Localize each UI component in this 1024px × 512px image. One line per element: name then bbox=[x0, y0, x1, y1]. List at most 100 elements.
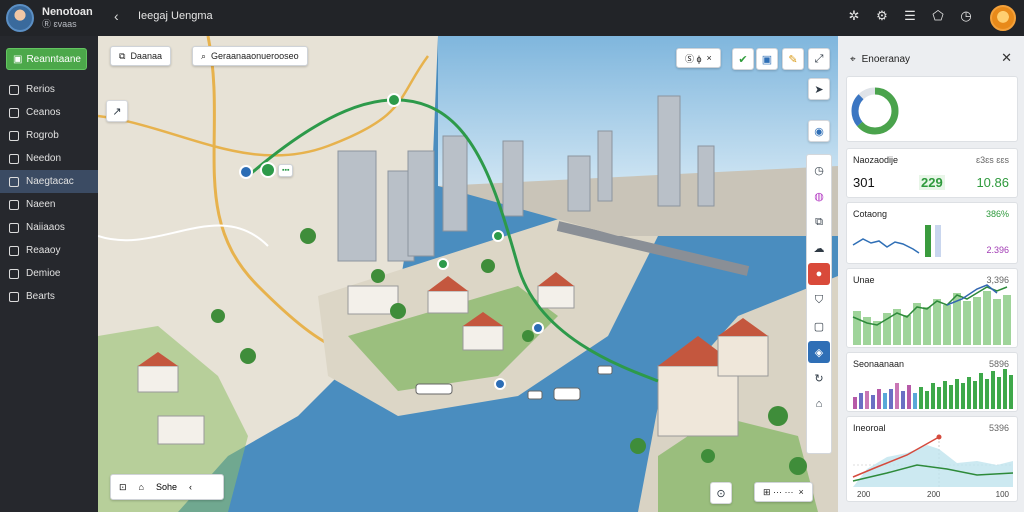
box-icon[interactable]: ▢ bbox=[808, 315, 830, 337]
avatar[interactable] bbox=[6, 4, 34, 32]
primary-action-button[interactable]: ▣ Reanntaane bbox=[6, 48, 87, 70]
map-tool-strip: ◷ ◍ ⧉ ☁ ● ⛉ ▢ ◈ ↻ ⌂ bbox=[806, 154, 832, 454]
gear-icon bbox=[9, 222, 19, 233]
doc-icon bbox=[9, 84, 19, 95]
car-icon bbox=[9, 176, 19, 187]
settings-icon[interactable]: ✲ bbox=[846, 8, 862, 24]
kpi-value-2: 229 bbox=[919, 175, 945, 190]
trend-title: Cotaong bbox=[853, 209, 888, 219]
profile-text: Nenotoan Ⓡ ɛvaas bbox=[42, 6, 93, 30]
sidebar-item-0[interactable]: Rerios bbox=[0, 78, 98, 101]
location-search-label: Geraanaaonuerooseo bbox=[211, 51, 299, 61]
location-pin[interactable] bbox=[532, 322, 544, 334]
person-icon bbox=[9, 199, 19, 210]
tag-icon bbox=[9, 153, 19, 164]
clock-icon[interactable]: ◷ bbox=[958, 8, 974, 24]
save-tool-button[interactable]: ▣ bbox=[756, 48, 778, 70]
route-tool-button[interactable]: ✔ bbox=[732, 48, 754, 70]
layer-chip[interactable]: ⧉ Daanaa bbox=[110, 46, 171, 66]
sidebar-item-9[interactable]: Bearts bbox=[0, 285, 98, 308]
sidebar-item-7[interactable]: Reaaoy bbox=[0, 239, 98, 262]
bottom-bar-label[interactable]: Sohe bbox=[156, 482, 177, 492]
history-title: Ineoroal bbox=[853, 423, 886, 433]
axis-tick-1: 200 bbox=[857, 490, 871, 499]
location-search-chip[interactable]: ⌕ Geraanaaonuerooseo bbox=[192, 46, 308, 66]
sidebar-item-5[interactable]: Naeen bbox=[0, 193, 98, 216]
doc-icon bbox=[9, 268, 19, 279]
box-icon bbox=[9, 291, 19, 302]
sidebar-item-4[interactable]: Naegtacac bbox=[0, 170, 98, 193]
profile-status: Ⓡ ɛvaas bbox=[42, 19, 77, 29]
locate-button[interactable]: ↗ bbox=[106, 100, 128, 122]
sidebar-item-2[interactable]: Rogrob bbox=[0, 124, 98, 147]
bars-card[interactable]: Seonaanaan 5896 bbox=[846, 352, 1018, 412]
location-pin[interactable] bbox=[239, 165, 253, 179]
user-profile[interactable]: Nenotoan Ⓡ ɛvaas bbox=[6, 4, 93, 32]
list-icon[interactable]: ☰ bbox=[902, 8, 918, 24]
home-icon[interactable]: ⌂ bbox=[139, 482, 144, 492]
sidebar-item-label: Demioe bbox=[26, 268, 61, 279]
zoom-chip-label: ⊞ ··· ··· bbox=[763, 486, 794, 497]
compass-tool-button[interactable]: ➤ bbox=[808, 78, 830, 100]
map-tool-label: Ⓢ ϕ bbox=[685, 53, 702, 64]
sidebar: ▣ Reanntaane Rerios Ceanos Rogrob Needon… bbox=[0, 36, 98, 512]
expand-tool-button[interactable]: ⤢ bbox=[808, 48, 830, 70]
kpi-card[interactable]: Naozaodije ɛ3ɛs ɛɛs 301 229 10.86 bbox=[846, 148, 1018, 198]
layers-icon[interactable]: ⧉ bbox=[808, 211, 830, 233]
clock-icon[interactable]: ◷ bbox=[808, 159, 830, 181]
shield-icon[interactable]: ⛉ bbox=[808, 289, 830, 311]
close-icon[interactable]: × bbox=[707, 53, 712, 63]
history-delta: 5396 bbox=[988, 423, 1009, 433]
area-card[interactable]: Unae 3,396 bbox=[846, 268, 1018, 348]
pin-icon: ⌖ bbox=[850, 53, 856, 65]
pin-icon[interactable]: ◈ bbox=[808, 341, 830, 363]
close-icon[interactable]: × bbox=[799, 487, 804, 497]
analytics-panel: ⌖ Enoeranay ✕ Naozaodije ɛ3ɛs ɛɛs 301 22… bbox=[838, 36, 1024, 512]
folder-icon bbox=[9, 130, 19, 141]
frame-icon[interactable]: ⊡ bbox=[119, 482, 127, 493]
kpi-delta: ɛ3ɛs ɛɛs bbox=[975, 155, 1009, 165]
route-marker-waypoint[interactable] bbox=[387, 93, 401, 107]
sidebar-nav: Rerios Ceanos Rogrob Needon Naegtacac Na… bbox=[0, 78, 98, 308]
panel-title: Enoeranay bbox=[861, 53, 911, 65]
location-pin[interactable] bbox=[494, 378, 506, 390]
layer-chip-label: Daanaa bbox=[130, 51, 162, 61]
sidebar-item-6[interactable]: Naiiaaos bbox=[0, 216, 98, 239]
route-marker-start[interactable] bbox=[260, 162, 276, 178]
pentagon-icon[interactable]: ⬠ bbox=[930, 8, 946, 24]
globe-tool-button[interactable]: ◉ bbox=[808, 120, 830, 142]
refresh-icon[interactable]: ↻ bbox=[808, 367, 830, 389]
donut-card[interactable] bbox=[846, 76, 1018, 142]
route-marker-waypoint[interactable] bbox=[437, 258, 449, 270]
history-card[interactable]: Ineoroal 5396 200 200 100 bbox=[846, 416, 1018, 502]
note-tool-button[interactable]: ✎ bbox=[782, 48, 804, 70]
sidebar-item-label: Bearts bbox=[26, 291, 55, 302]
sidebar-item-1[interactable]: Ceanos bbox=[0, 101, 98, 124]
panel-header: ⌖ Enoeranay bbox=[838, 46, 1024, 72]
layers-icon: ⧉ bbox=[119, 50, 126, 61]
sidebar-item-label: Naegtacac bbox=[26, 176, 74, 187]
sidebar-item-3[interactable]: Needon bbox=[0, 147, 98, 170]
grid-icon[interactable]: ⚙ bbox=[874, 8, 890, 24]
target-button[interactable]: ⊙ bbox=[710, 482, 732, 504]
route-label: ▪▪▪ bbox=[278, 164, 294, 177]
zoom-chip[interactable]: ⊞ ··· ··· × bbox=[754, 482, 813, 502]
primary-action-label: Reanntaane bbox=[26, 53, 81, 65]
profile-name: Nenotoan bbox=[42, 6, 93, 18]
back-button[interactable]: ‹ bbox=[114, 8, 119, 24]
palette-icon[interactable]: ◍ bbox=[808, 185, 830, 207]
alert-icon[interactable]: ● bbox=[808, 263, 830, 285]
map-tool-chip[interactable]: Ⓢ ϕ × bbox=[676, 48, 721, 68]
cloud-icon[interactable]: ☁ bbox=[808, 237, 830, 259]
map-view[interactable]: ⧉ Daanaa ⌕ Geraanaaonuerooseo ▪▪▪ Ⓢ ϕ × … bbox=[98, 36, 838, 512]
panel-close-button[interactable]: ✕ bbox=[1001, 50, 1012, 66]
trend-value: 2.396 bbox=[986, 245, 1009, 255]
grid-icon bbox=[9, 245, 19, 256]
sidebar-item-label: Needon bbox=[26, 153, 62, 164]
trend-card[interactable]: Cotaong 386% 2.396 bbox=[846, 202, 1018, 264]
chevron-left-icon[interactable]: ‹ bbox=[189, 482, 192, 492]
sidebar-item-8[interactable]: Demioe bbox=[0, 262, 98, 285]
account-avatar[interactable] bbox=[990, 5, 1016, 31]
route-marker-waypoint[interactable] bbox=[492, 230, 504, 242]
house-icon[interactable]: ⌂ bbox=[808, 393, 830, 415]
